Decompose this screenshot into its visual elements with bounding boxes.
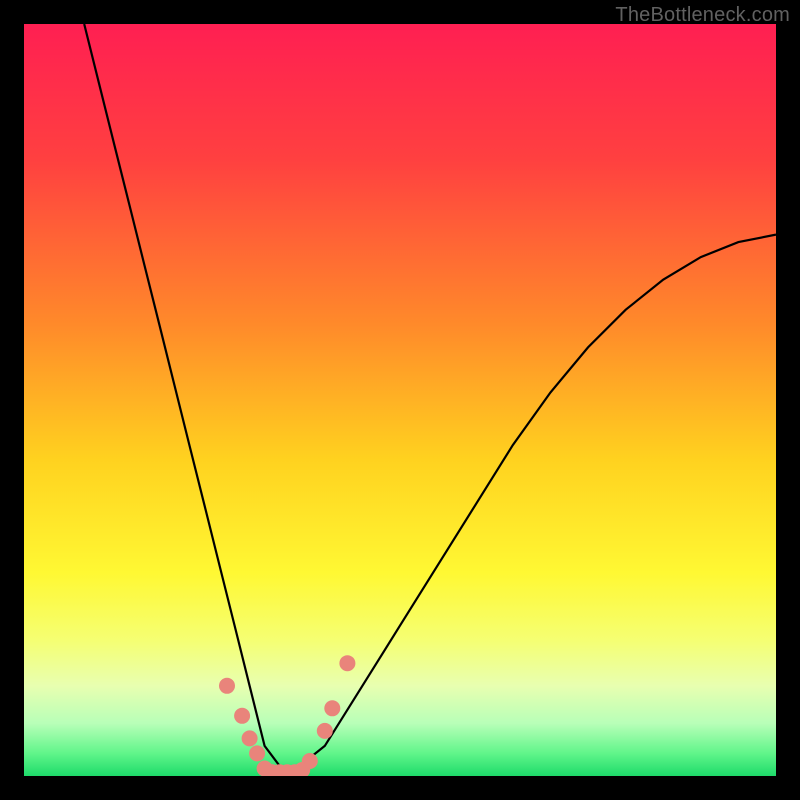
marker-dot xyxy=(234,708,250,724)
watermark-text: TheBottleneck.com xyxy=(615,4,790,27)
marker-dot xyxy=(219,678,235,694)
gradient-background xyxy=(24,24,776,776)
chart-frame xyxy=(24,24,776,776)
marker-dot xyxy=(324,700,340,716)
bottleneck-chart xyxy=(24,24,776,776)
marker-dot xyxy=(317,723,333,739)
marker-dot xyxy=(302,753,318,769)
marker-dot xyxy=(242,730,258,746)
marker-dot xyxy=(339,655,355,671)
marker-dot xyxy=(249,745,265,761)
